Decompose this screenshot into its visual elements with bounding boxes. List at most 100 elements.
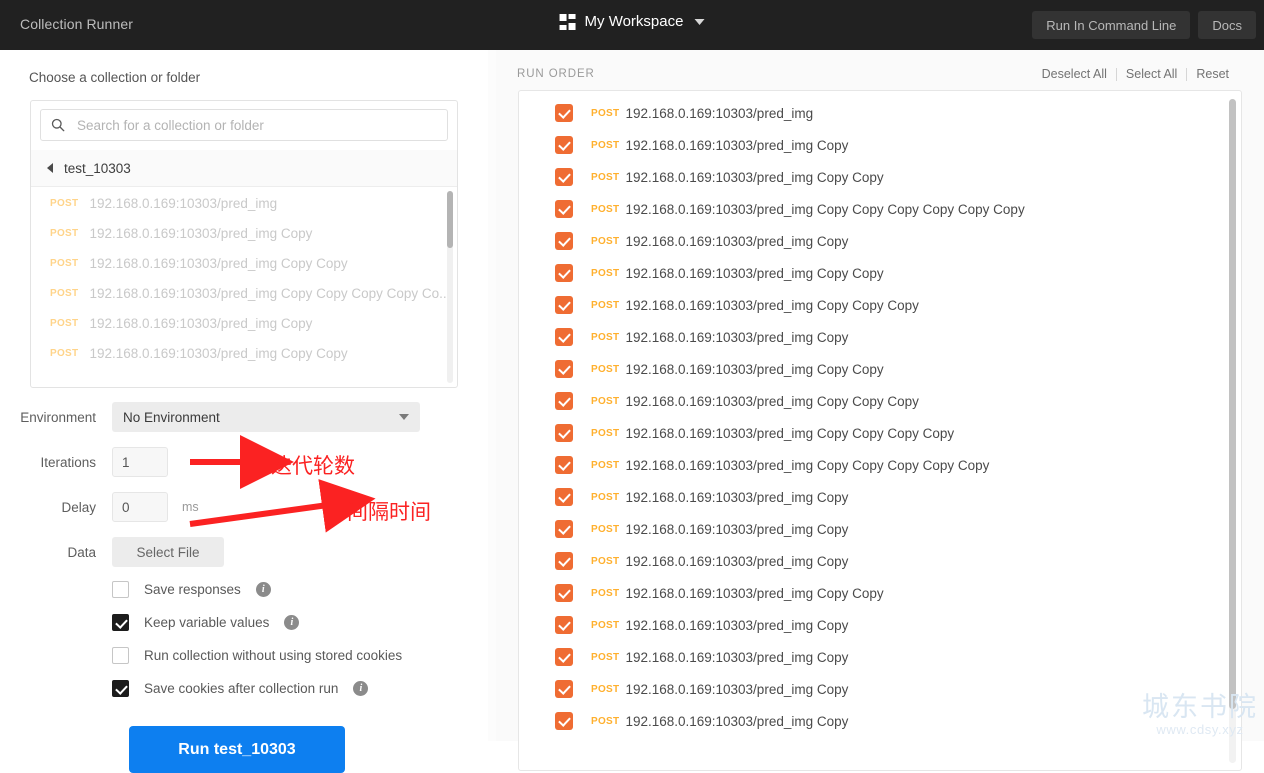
environment-select[interactable]: No Environment <box>112 402 420 432</box>
search-input[interactable] <box>75 116 437 134</box>
request-name: 192.168.0.169:10303/pred_img Copy <box>625 521 849 537</box>
select-all-button[interactable]: Select All <box>1117 67 1186 81</box>
environment-value: No Environment <box>123 409 220 425</box>
run-order-item[interactable]: POST 192.168.0.169:10303/pred_img Copy <box>519 641 1229 673</box>
checkbox-icon[interactable] <box>112 581 129 598</box>
run-order-checkbox[interactable] <box>555 584 573 602</box>
pane-divider[interactable] <box>488 50 983 741</box>
back-triangle-icon[interactable] <box>47 163 53 173</box>
run-order-item[interactable]: POST 192.168.0.169:10303/pred_img Copy <box>519 673 1229 705</box>
run-order-checkbox[interactable] <box>555 680 573 698</box>
option-label: Run collection without using stored cook… <box>144 648 403 663</box>
collection-chooser: test_10303 POST 192.168.0.169:10303/pred_… <box>30 100 458 388</box>
choose-collection-label: Choose a collection or folder <box>29 70 201 85</box>
run-order-checkbox[interactable] <box>555 296 573 314</box>
run-order-checkbox[interactable] <box>555 648 573 666</box>
info-icon[interactable]: i <box>284 615 300 630</box>
run-order-scrollbar[interactable] <box>1229 99 1236 763</box>
run-order-checkbox[interactable] <box>555 616 573 634</box>
run-order-checkbox[interactable] <box>555 488 573 506</box>
request-method: POST <box>591 651 620 663</box>
run-order-label: RUN ORDER <box>517 68 595 80</box>
request-name: 192.168.0.169:10303/pred_img Copy Copy C… <box>89 285 451 301</box>
collection-request-item[interactable]: POST 192.168.0.169:10303/pred_img Copy Co… <box>31 338 457 368</box>
request-name: 192.168.0.169:10303/pred_img Copy Copy C… <box>625 425 955 441</box>
run-order-checkbox[interactable] <box>555 328 573 346</box>
run-order-checkbox[interactable] <box>555 264 573 282</box>
collection-request-item[interactable]: POST 192.168.0.169:10303/pred_img Copy Co… <box>31 248 457 278</box>
checkbox-icon[interactable] <box>112 680 129 697</box>
run-order-item[interactable]: POST 192.168.0.169:10303/pred_img Copy <box>519 129 1229 161</box>
run-order-scrollbar-thumb[interactable] <box>1229 99 1236 709</box>
run-in-command-line-button[interactable]: Run In Command Line <box>1032 11 1191 39</box>
run-order-list[interactable]: POST 192.168.0.169:10303/pred_img POST 192.… <box>519 97 1229 737</box>
deselect-all-button[interactable]: Deselect All <box>1033 67 1116 81</box>
chevron-down-icon <box>694 18 705 25</box>
run-order-checkbox[interactable] <box>555 552 573 570</box>
run-order-item[interactable]: POST 192.168.0.169:10303/pred_img Copy <box>519 545 1229 577</box>
request-name: 192.168.0.169:10303/pred_img <box>89 195 278 211</box>
run-order-checkbox[interactable] <box>555 456 573 474</box>
option-row[interactable]: Save responses i <box>112 581 271 598</box>
workspace-selector[interactable]: My Workspace <box>559 13 705 30</box>
run-order-item[interactable]: POST 192.168.0.169:10303/pred_img Copy <box>519 321 1229 353</box>
run-order-checkbox[interactable] <box>555 424 573 442</box>
run-order-item[interactable]: POST 192.168.0.169:10303/pred_img Copy Co… <box>519 385 1229 417</box>
collection-request-item[interactable]: POST 192.168.0.169:10303/pred_img Copy Co… <box>31 278 457 308</box>
run-order-checkbox[interactable] <box>555 104 573 122</box>
run-order-item[interactable]: POST 192.168.0.169:10303/pred_img Copy Co… <box>519 353 1229 385</box>
run-order-item[interactable]: POST 192.168.0.169:10303/pred_img Copy <box>519 609 1229 641</box>
collection-request-item[interactable]: POST 192.168.0.169:10303/pred_img Copy <box>31 218 457 248</box>
option-label: Save cookies after collection run <box>144 681 339 696</box>
run-order-item[interactable]: POST 192.168.0.169:10303/pred_img Copy <box>519 513 1229 545</box>
collection-request-item[interactable]: POST 192.168.0.169:10303/pred_img <box>31 188 457 218</box>
breadcrumb[interactable]: test_10303 <box>31 150 457 187</box>
collection-list-scrollbar[interactable] <box>447 191 453 383</box>
reset-button[interactable]: Reset <box>1187 67 1238 81</box>
run-order-item[interactable]: POST 192.168.0.169:10303/pred_img Copy Co… <box>519 193 1229 225</box>
environment-row: Environment No Environment <box>0 402 420 432</box>
run-order-checkbox[interactable] <box>555 200 573 218</box>
collection-request-list[interactable]: POST 192.168.0.169:10303/pred_img POST 192.… <box>31 188 457 387</box>
request-method: POST <box>591 107 620 119</box>
run-order-item[interactable]: POST 192.168.0.169:10303/pred_img Copy Co… <box>519 577 1229 609</box>
run-order-item[interactable]: POST 192.168.0.169:10303/pred_img <box>519 97 1229 129</box>
delay-input[interactable] <box>112 492 168 522</box>
option-row[interactable]: Keep variable values i <box>112 614 300 631</box>
search-row[interactable] <box>40 109 448 141</box>
run-order-checkbox[interactable] <box>555 168 573 186</box>
iterations-input[interactable] <box>112 447 168 477</box>
option-row[interactable]: Save cookies after collection run i <box>112 680 369 697</box>
run-order-item[interactable]: POST 192.168.0.169:10303/pred_img Copy Co… <box>519 449 1229 481</box>
grid-icon <box>559 13 576 30</box>
request-name: 192.168.0.169:10303/pred_img Copy Copy C… <box>625 393 919 409</box>
run-order-item[interactable]: POST 192.168.0.169:10303/pred_img Copy <box>519 225 1229 257</box>
collection-request-item[interactable]: POST 192.168.0.169:10303/pred_img Copy <box>31 308 457 338</box>
run-order-item[interactable]: POST 192.168.0.169:10303/pred_img Copy Co… <box>519 257 1229 289</box>
request-method: POST <box>591 523 620 535</box>
checkbox-icon[interactable] <box>112 614 129 631</box>
run-order-item[interactable]: POST 192.168.0.169:10303/pred_img Copy <box>519 705 1229 737</box>
run-order-item[interactable]: POST 192.168.0.169:10303/pred_img Copy <box>519 481 1229 513</box>
request-name: 192.168.0.169:10303/pred_img Copy <box>625 617 849 633</box>
option-row[interactable]: Run collection without using stored cook… <box>112 647 402 664</box>
run-order-checkbox[interactable] <box>555 136 573 154</box>
request-name: 192.168.0.169:10303/pred_img Copy Copy <box>625 361 884 377</box>
checkbox-icon[interactable] <box>112 647 129 664</box>
info-icon[interactable]: i <box>255 582 271 597</box>
collection-list-scrollbar-thumb[interactable] <box>447 191 453 248</box>
info-icon[interactable]: i <box>353 681 369 696</box>
run-collection-button[interactable]: Run test_10303 <box>129 726 345 773</box>
select-file-button[interactable]: Select File <box>112 537 224 567</box>
run-order-checkbox[interactable] <box>555 392 573 410</box>
run-order-checkbox[interactable] <box>555 232 573 250</box>
request-name: 192.168.0.169:10303/pred_img Copy Copy <box>625 585 884 601</box>
request-method: POST <box>591 363 620 375</box>
run-order-checkbox[interactable] <box>555 360 573 378</box>
run-order-item[interactable]: POST 192.168.0.169:10303/pred_img Copy Co… <box>519 161 1229 193</box>
run-order-item[interactable]: POST 192.168.0.169:10303/pred_img Copy Co… <box>519 289 1229 321</box>
run-order-checkbox[interactable] <box>555 712 573 730</box>
run-order-checkbox[interactable] <box>555 520 573 538</box>
run-order-item[interactable]: POST 192.168.0.169:10303/pred_img Copy Co… <box>519 417 1229 449</box>
docs-button[interactable]: Docs <box>1198 11 1256 39</box>
